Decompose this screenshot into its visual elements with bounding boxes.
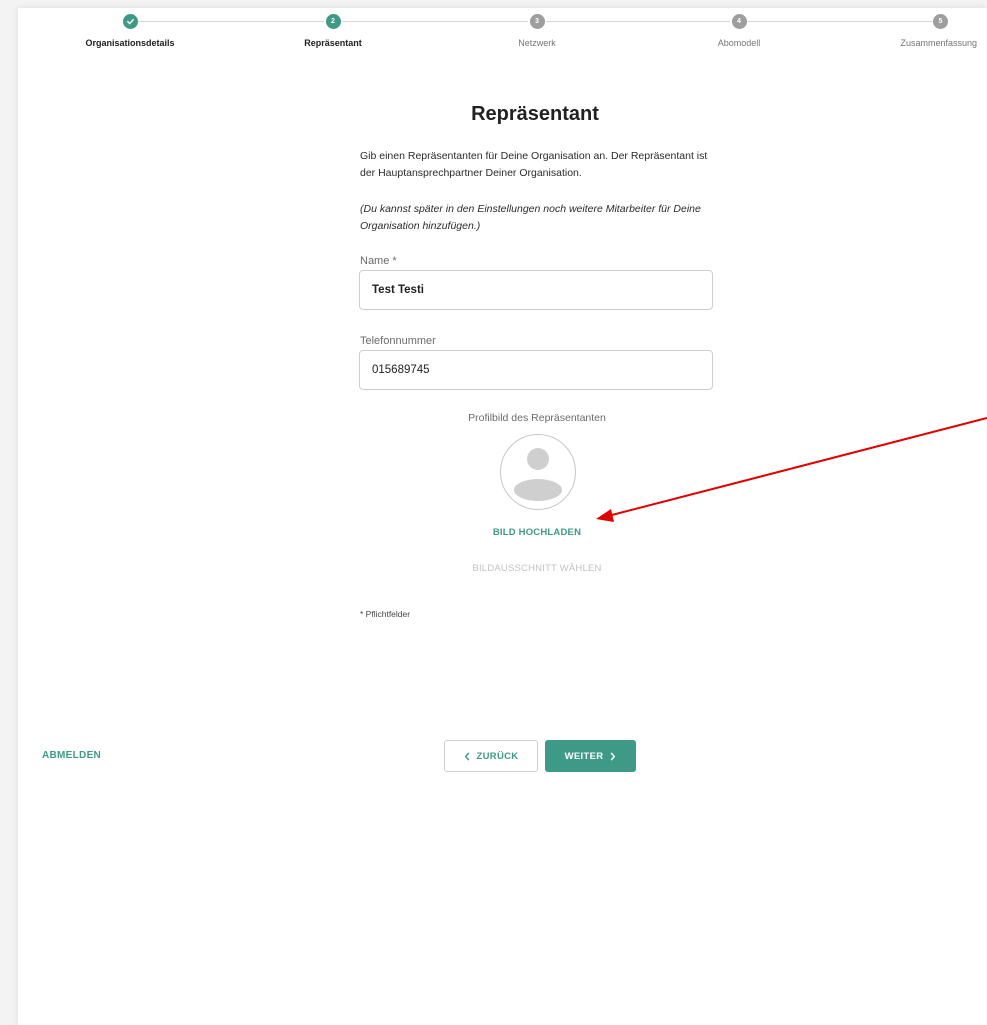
required-fields-note: * Pflichtfelder	[360, 609, 411, 619]
intro-text: Gib einen Repräsentanten für Deine Organ…	[360, 150, 708, 179]
page-title: Repräsentant	[471, 103, 599, 125]
back-button[interactable]: ZURÜCK	[444, 740, 538, 772]
name-field[interactable]	[359, 270, 713, 310]
step-abomodell[interactable]: 4 Abomodell	[659, 14, 819, 48]
phone-input[interactable]	[370, 363, 712, 377]
upload-picture-button[interactable]: BILD HOCHLADEN	[460, 526, 614, 539]
next-button[interactable]: WEITER	[545, 740, 636, 772]
person-placeholder-icon	[500, 434, 576, 510]
chevron-right-icon	[610, 751, 616, 761]
logout-button[interactable]: ABMELDEN	[42, 750, 101, 761]
phone-field[interactable]	[359, 350, 713, 390]
next-button-label: WEITER	[564, 750, 604, 762]
step-organisationsdetails[interactable]: Organisationsdetails	[50, 14, 210, 48]
step-number: 3	[529, 14, 545, 29]
back-button-label: ZURÜCK	[476, 750, 519, 762]
step-zusammenfassung[interactable]: 5 Zusammenfassung	[900, 14, 977, 48]
step-repraesentant[interactable]: 2 Repräsentant	[253, 14, 413, 48]
choose-crop-button: BILDAUSSCHNITT WÄHLEN	[440, 562, 634, 575]
step-netzwerk[interactable]: 3 Netzwerk	[457, 14, 617, 48]
name-label: Name *	[360, 255, 397, 267]
profile-picture-label: Profilbild des Repräsentanten	[468, 412, 606, 424]
check-icon	[122, 14, 138, 29]
step-label: Organisationsdetails	[85, 38, 175, 48]
step-label: Repräsentant	[304, 38, 362, 48]
chevron-left-icon	[464, 751, 469, 761]
step-label: Zusammenfassung	[900, 38, 977, 48]
step-number: 5	[933, 14, 948, 29]
step-label: Netzwerk	[518, 38, 556, 48]
step-number: 2	[325, 14, 341, 29]
name-input[interactable]	[370, 283, 712, 297]
step-label: Abomodell	[717, 38, 761, 48]
phone-label: Telefonnummer	[360, 335, 436, 347]
intro-hint-text: (Du kannst später in den Einstellungen n…	[360, 203, 701, 232]
step-number: 4	[731, 14, 747, 29]
